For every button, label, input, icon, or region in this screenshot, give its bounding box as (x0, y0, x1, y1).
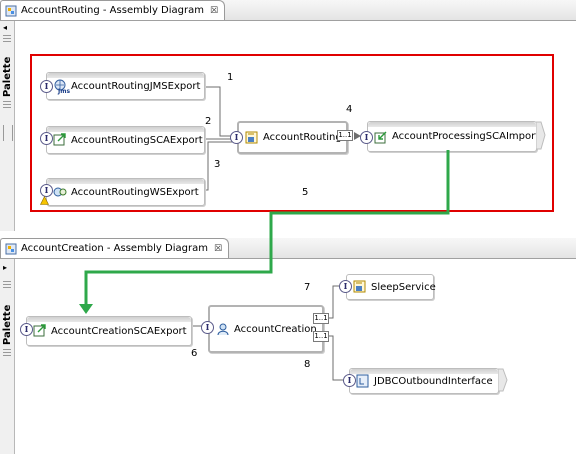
flow-arrow (79, 150, 450, 314)
flow-arrow-head (79, 304, 93, 314)
flow-arrow-line (84, 150, 450, 308)
